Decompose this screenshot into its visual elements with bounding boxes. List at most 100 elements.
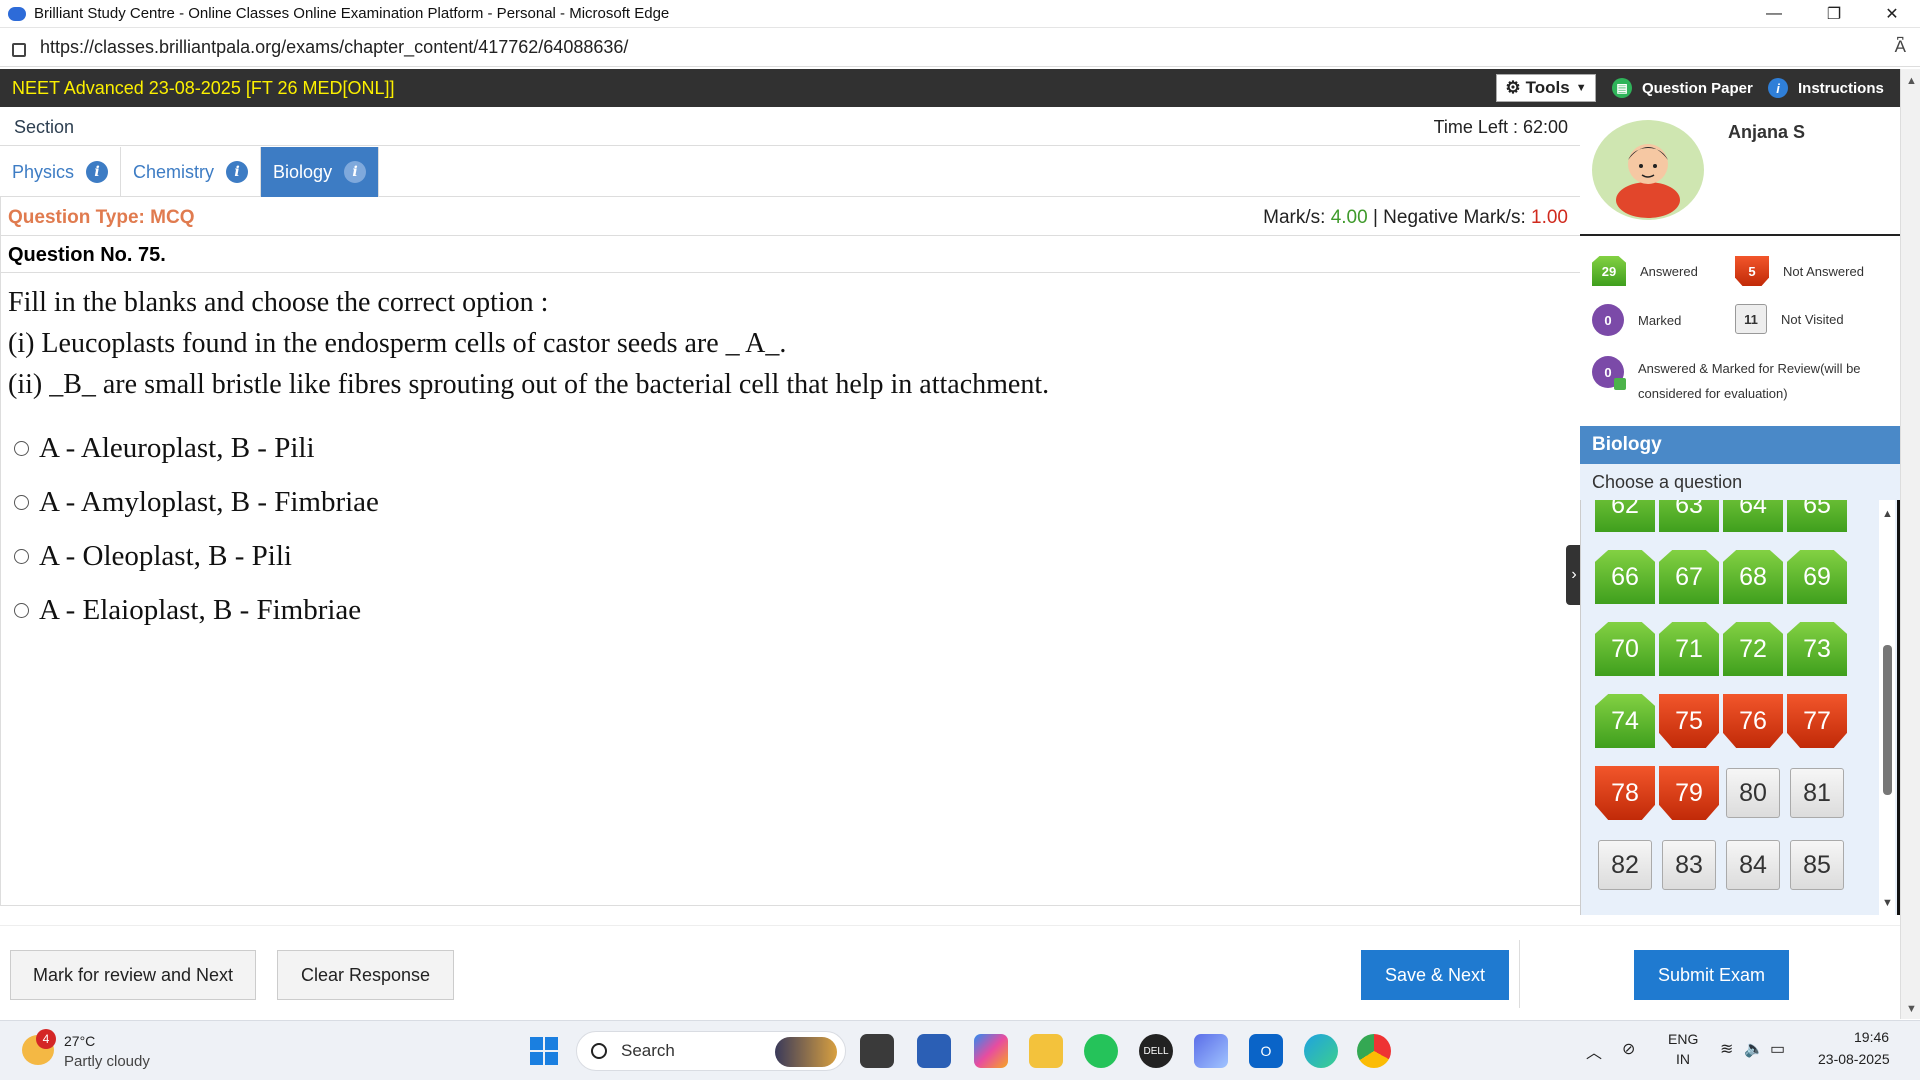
info-icon[interactable]: i bbox=[226, 161, 249, 183]
page-scrollbar[interactable]: ▲ ▼ bbox=[1900, 69, 1920, 1019]
question-button-75[interactable]: 75 bbox=[1659, 694, 1719, 748]
radio-button[interactable] bbox=[14, 441, 29, 456]
read-aloud-icon[interactable]: A͆ bbox=[1895, 37, 1906, 57]
question-button-78[interactable]: 78 bbox=[1595, 766, 1655, 820]
mark-for-review-button[interactable]: Mark for review and Next bbox=[10, 950, 256, 1000]
dell-icon[interactable]: DELL bbox=[1139, 1034, 1173, 1068]
gear-icon: ⚙ bbox=[1505, 78, 1521, 97]
scroll-down-icon[interactable]: ▼ bbox=[1882, 897, 1893, 909]
option-c[interactable]: A - Oleoplast, B - Pili bbox=[14, 540, 292, 573]
edge-icon[interactable] bbox=[1304, 1034, 1338, 1068]
question-paper-label: Question Paper bbox=[1642, 79, 1753, 97]
option-d[interactable]: A - Elaioplast, B - Fimbriae bbox=[14, 594, 361, 627]
close-button[interactable]: ✕ bbox=[1862, 0, 1920, 28]
option-label: A - Aleuroplast, B - Pili bbox=[39, 432, 315, 464]
edge-profile-icon[interactable] bbox=[8, 6, 26, 21]
info-icon[interactable]: i bbox=[344, 161, 367, 183]
not-answered-badge: 5 bbox=[1735, 256, 1769, 286]
whatsapp-icon[interactable] bbox=[1084, 1034, 1118, 1068]
scroll-up-icon[interactable]: ▲ bbox=[1906, 75, 1917, 87]
question-paper-button[interactable]: ▤ Question Paper bbox=[1612, 74, 1753, 102]
save-next-button[interactable]: Save & Next bbox=[1361, 950, 1509, 1000]
question-button-62[interactable]: 62 bbox=[1595, 500, 1655, 532]
question-button-71[interactable]: 71 bbox=[1659, 622, 1719, 676]
marks-value: 4.00 bbox=[1330, 207, 1368, 228]
legend-answered-marked: 0 Answered & Marked for Review(will be c… bbox=[1592, 356, 1882, 406]
submit-exam-button[interactable]: Submit Exam bbox=[1634, 950, 1789, 1000]
question-palette: ▲ ▼ 62 63 64 65 66 67 68 69 70 71 72 73 74 75 76 77 78 79… bbox=[1580, 500, 1900, 915]
option-a[interactable]: A - Aleuroplast, B - Pili bbox=[14, 432, 315, 465]
tab-biology[interactable]: Biology i bbox=[261, 147, 380, 197]
copilot-icon[interactable] bbox=[974, 1034, 1008, 1068]
question-button-77[interactable]: 77 bbox=[1787, 694, 1847, 748]
question-button-69[interactable]: 69 bbox=[1787, 550, 1847, 604]
radio-button[interactable] bbox=[14, 495, 29, 510]
question-button-67[interactable]: 67 bbox=[1659, 550, 1719, 604]
microsoft-store-icon[interactable] bbox=[917, 1034, 951, 1068]
legend-label: Marked bbox=[1638, 312, 1682, 328]
question-line: (ii) _B_ are small bristle like fibres s… bbox=[8, 369, 1050, 400]
question-type: Question Type: MCQ bbox=[8, 207, 195, 228]
scroll-thumb[interactable] bbox=[1883, 645, 1892, 795]
taskbar-search[interactable]: Search bbox=[576, 1031, 846, 1071]
scroll-down-icon[interactable]: ▼ bbox=[1906, 1003, 1917, 1015]
question-button-64[interactable]: 64 bbox=[1723, 500, 1783, 532]
question-button-82[interactable]: 82 bbox=[1598, 840, 1652, 890]
radio-button[interactable] bbox=[14, 603, 29, 618]
chevron-up-icon[interactable]: ︿ bbox=[1586, 1039, 1602, 1063]
question-button-81[interactable]: 81 bbox=[1790, 768, 1844, 818]
file-explorer-icon[interactable] bbox=[1029, 1034, 1063, 1068]
clear-response-button[interactable]: Clear Response bbox=[277, 950, 454, 1000]
info-icon: i bbox=[1768, 78, 1788, 98]
radio-button[interactable] bbox=[14, 549, 29, 564]
battery-icon[interactable]: ▭ bbox=[1770, 1039, 1785, 1059]
volume-icon[interactable]: 🔈 bbox=[1744, 1039, 1764, 1059]
network-off-icon[interactable]: ⊘ bbox=[1622, 1039, 1635, 1059]
section-label: Section bbox=[14, 117, 75, 137]
marked-badge: 0 bbox=[1592, 304, 1624, 336]
lock-icon[interactable] bbox=[12, 42, 26, 57]
question-button-68[interactable]: 68 bbox=[1723, 550, 1783, 604]
question-border bbox=[0, 197, 1, 905]
language-region[interactable]: IN bbox=[1676, 1051, 1690, 1067]
question-button-79[interactable]: 79 bbox=[1659, 766, 1719, 820]
address-bar[interactable]: https://classes.brilliantpala.org/exams/… bbox=[0, 29, 1920, 67]
wifi-icon[interactable]: ≋ bbox=[1720, 1039, 1733, 1059]
palette-scrollbar[interactable]: ▲ ▼ bbox=[1879, 500, 1895, 915]
question-button-66[interactable]: 66 bbox=[1595, 550, 1655, 604]
restore-button[interactable]: ❐ bbox=[1804, 0, 1864, 28]
question-button-80[interactable]: 80 bbox=[1726, 768, 1780, 818]
tab-physics[interactable]: Physics i bbox=[0, 147, 122, 197]
search-label: Search bbox=[621, 1041, 675, 1060]
search-highlight-image bbox=[775, 1037, 837, 1067]
question-button-76[interactable]: 76 bbox=[1723, 694, 1783, 748]
chrome-icon[interactable] bbox=[1357, 1034, 1391, 1068]
instructions-label: Instructions bbox=[1798, 79, 1884, 97]
question-button-83[interactable]: 83 bbox=[1662, 840, 1716, 890]
scroll-up-icon[interactable]: ▲ bbox=[1882, 508, 1893, 520]
clock-time[interactable]: 19:46 bbox=[1854, 1029, 1889, 1045]
instructions-button[interactable]: i Instructions bbox=[1768, 74, 1884, 102]
question-button-85[interactable]: 85 bbox=[1790, 840, 1844, 890]
tools-label: Tools bbox=[1525, 78, 1570, 97]
info-icon[interactable]: i bbox=[86, 161, 109, 183]
clock-date[interactable]: 23-08-2025 bbox=[1818, 1051, 1890, 1067]
task-view-icon[interactable] bbox=[860, 1034, 894, 1068]
copilot-app-icon[interactable] bbox=[1194, 1034, 1228, 1068]
tab-chemistry[interactable]: Chemistry i bbox=[121, 147, 262, 197]
question-button-70[interactable]: 70 bbox=[1595, 622, 1655, 676]
question-button-65[interactable]: 65 bbox=[1787, 500, 1847, 532]
tools-dropdown[interactable]: ⚙ Tools ▼ bbox=[1496, 74, 1596, 102]
start-icon[interactable] bbox=[527, 1034, 561, 1068]
question-button-63[interactable]: 63 bbox=[1659, 500, 1719, 532]
question-button-72[interactable]: 72 bbox=[1723, 622, 1783, 676]
minimize-button[interactable]: — bbox=[1744, 0, 1804, 28]
answered-badge: 29 bbox=[1592, 256, 1626, 286]
question-button-73[interactable]: 73 bbox=[1787, 622, 1847, 676]
option-b[interactable]: A - Amyloplast, B - Fimbriae bbox=[14, 486, 379, 519]
question-button-74[interactable]: 74 bbox=[1595, 694, 1655, 748]
language-code[interactable]: ENG bbox=[1668, 1031, 1698, 1047]
outlook-icon[interactable]: O bbox=[1249, 1034, 1283, 1068]
url-text[interactable]: https://classes.brilliantpala.org/exams/… bbox=[40, 37, 628, 58]
question-button-84[interactable]: 84 bbox=[1726, 840, 1780, 890]
